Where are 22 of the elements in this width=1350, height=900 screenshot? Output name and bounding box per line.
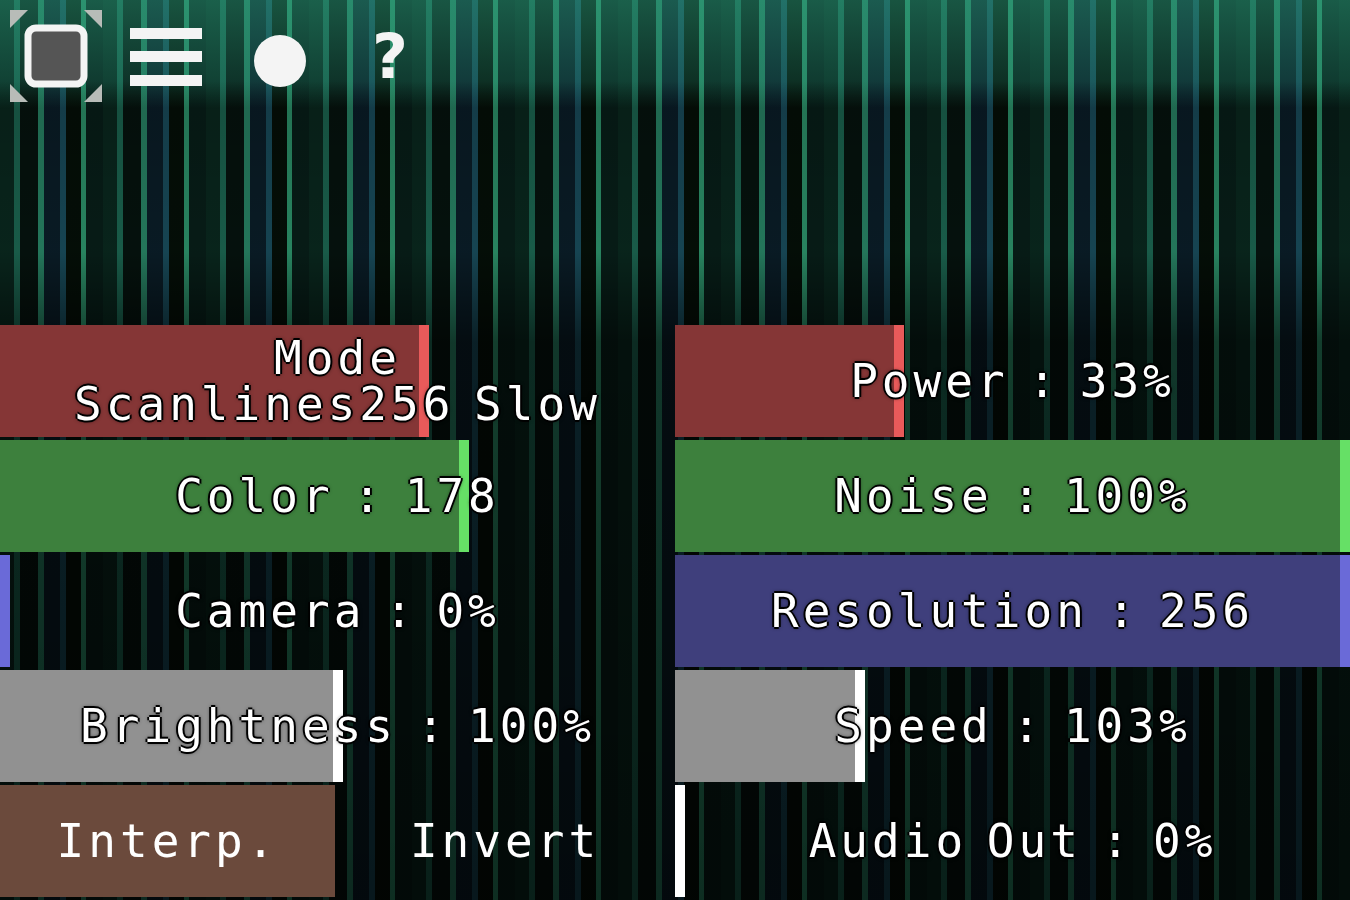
menu-icon [130,28,202,86]
slider-thumb[interactable] [675,785,685,897]
slider-thumb[interactable] [1340,440,1350,552]
mode-label: Mode [274,335,401,381]
slider-label: Noise : 100% [834,473,1191,519]
slider-track[interactable]: Noise : 100% [675,440,1350,552]
slider-label: Resolution : 256 [770,588,1255,634]
slider-track[interactable]: Audio Out : 0% [675,785,1350,897]
menu-button[interactable] [130,28,202,86]
slider-thumb[interactable] [1340,555,1350,667]
slider-label: Camera : 0% [175,588,500,634]
slider-track[interactable]: Camera : 0% [0,555,675,667]
record-button[interactable] [254,35,306,87]
help-button[interactable]: ? [372,26,408,88]
record-icon [254,35,306,87]
slider-thumb[interactable] [0,555,10,667]
fullscreen-icon [8,8,104,104]
toggle-button[interactable]: Interp. [0,785,335,897]
toggle-button[interactable]: Invert [335,785,675,897]
slider-label: Audio Out : 0% [808,818,1217,864]
fullscreen-button[interactable] [8,8,104,104]
slider-track[interactable]: Resolution : 256 [675,555,1350,667]
